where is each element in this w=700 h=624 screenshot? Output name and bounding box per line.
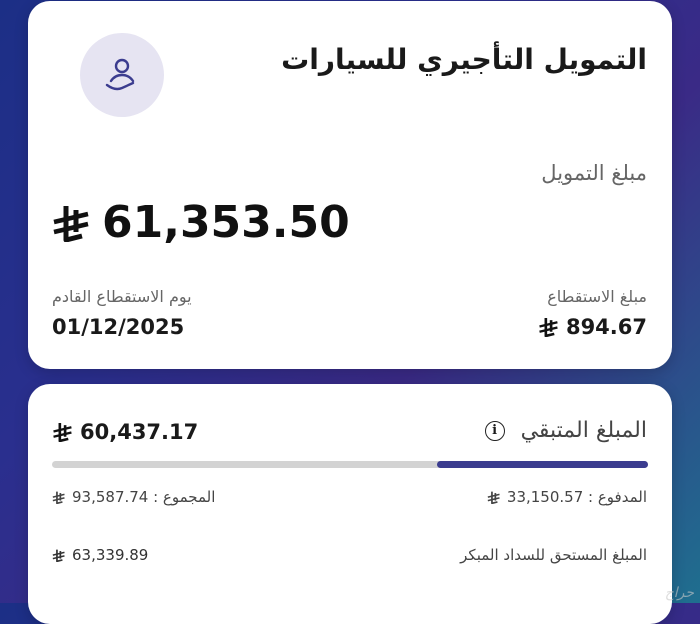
remaining-header: المبلغ المتبقي i bbox=[484, 418, 647, 443]
financing-label: مبلغ التمويل bbox=[541, 161, 647, 185]
info-icon[interactable]: i bbox=[484, 420, 505, 441]
page-title: التمويل التأجيري للسيارات bbox=[281, 43, 647, 76]
early-settlement-amount: 63,339.89 bbox=[52, 546, 148, 564]
person-hand-icon bbox=[105, 58, 135, 91]
avatar bbox=[80, 33, 164, 117]
remaining-label: المبلغ المتبقي bbox=[520, 418, 647, 443]
balance-card: 60,437.17 المبلغ المتبقي i المدفوع : 33,… bbox=[28, 384, 672, 624]
paid-progress-fill bbox=[437, 461, 648, 468]
remaining-amount: 60,437.17 bbox=[52, 420, 198, 444]
riyal-icon bbox=[53, 423, 72, 442]
riyal-icon bbox=[539, 318, 558, 337]
riyal-icon bbox=[487, 491, 500, 504]
total-amount: المجموع : 93,587.74 bbox=[52, 488, 215, 506]
next-payment-date: 01/12/2025 bbox=[52, 315, 185, 339]
riyal-icon bbox=[52, 491, 65, 504]
deduction-amount: 894.67 bbox=[538, 315, 647, 339]
riyal-icon bbox=[52, 549, 65, 562]
watermark: حراج bbox=[664, 585, 694, 601]
paid-progress-bar bbox=[52, 461, 648, 468]
next-payment-label: يوم الاستقطاع القادم bbox=[52, 287, 192, 306]
financing-amount-value: 61,353.50 bbox=[102, 197, 350, 248]
early-settlement-label: المبلغ المستحق للسداد المبكر bbox=[460, 546, 647, 564]
financing-card: التمويل التأجيري للسيارات مبلغ التمويل 6… bbox=[28, 1, 672, 369]
deduction-label: مبلغ الاستقطاع bbox=[547, 287, 647, 306]
paid-amount: المدفوع : 33,150.57 bbox=[487, 488, 647, 506]
riyal-icon bbox=[53, 205, 89, 242]
financing-amount: 61,353.50 bbox=[52, 197, 350, 248]
